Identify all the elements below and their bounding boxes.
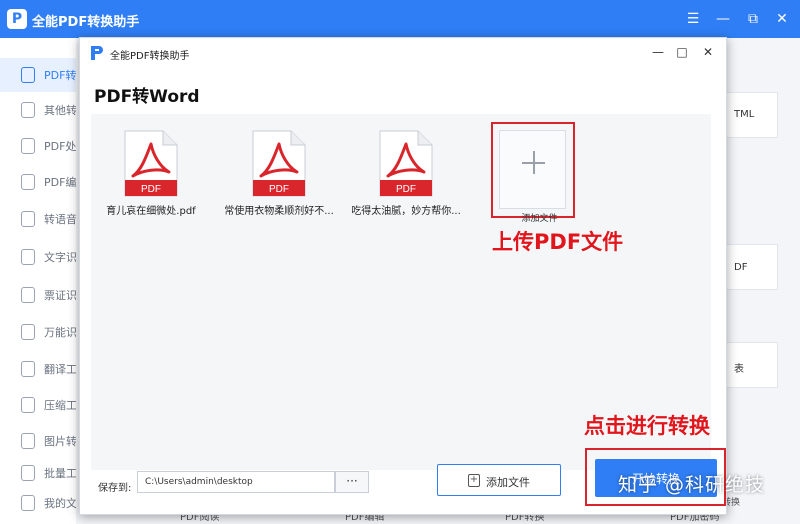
pdf-icon — [21, 67, 35, 83]
page-title: PDF转Word — [94, 87, 200, 107]
pdf-file-icon: PDF — [252, 130, 306, 197]
file-item[interactable]: PDF 吃得太油腻，妙方帮你... — [346, 114, 466, 244]
sidebar-item-universal[interactable]: 万能识别 — [0, 315, 88, 349]
text-recognition-icon — [21, 249, 35, 265]
background-card-label: 表 — [734, 364, 744, 375]
watermark: 知乎 @科研绝技 — [618, 474, 766, 496]
universal-icon — [21, 324, 35, 340]
restore-button[interactable]: ⧉ — [742, 8, 764, 30]
pdf-badge: PDF — [141, 184, 161, 195]
file-name: 吃得太油腻，妙方帮你... — [351, 206, 461, 217]
add-file-button[interactable]: + 添加文件 — [437, 464, 561, 496]
translate-icon — [21, 361, 35, 377]
pdf-process-icon — [21, 138, 35, 154]
sidebar-item-pdf-convert[interactable]: PDF转换 — [0, 58, 87, 92]
file-name: 常使用衣物柔顺剂好不... — [224, 206, 334, 217]
minimize-button[interactable]: — — [712, 8, 734, 30]
sidebar-item-batch[interactable]: 批量工具 — [0, 456, 88, 490]
app-titlebar: P 全能PDF转换助手 ☰ — ⧉ ✕ — [0, 0, 800, 38]
pdf-file-icon: PDF — [379, 130, 433, 197]
file-item[interactable]: PDF 育儿哀在细微处.pdf — [91, 114, 211, 244]
convert-icon — [21, 102, 35, 118]
sidebar-item-voice[interactable]: 转语音工具 — [0, 202, 99, 236]
folder-icon — [21, 495, 35, 511]
plus-icon — [533, 151, 535, 174]
voice-icon — [21, 211, 35, 227]
image-icon — [21, 433, 35, 449]
minimize-button[interactable]: — — [648, 42, 668, 62]
sidebar-item-pdf-process[interactable]: PDF处理 — [0, 129, 87, 163]
pdf-file-icon: PDF — [124, 130, 178, 197]
browse-button[interactable]: ··· — [335, 471, 369, 493]
ticket-icon — [21, 287, 35, 303]
sidebar: PDF转换 其他转换 PDF处理 PDF编辑 转语音工具 文字识别 票证识别 万… — [0, 38, 99, 524]
app-logo-icon — [91, 46, 103, 60]
sidebar-item-pdf-edit[interactable]: PDF编辑 — [0, 165, 87, 199]
dialog-title: 全能PDF转换助手 — [110, 51, 190, 62]
upload-annotation: 上传PDF文件 — [492, 230, 624, 254]
convert-annotation: 点击进行转换 — [584, 414, 710, 438]
file-item[interactable]: PDF 常使用衣物柔顺剂好不... — [219, 114, 339, 244]
sidebar-item-text-recognition[interactable]: 文字识别 — [0, 240, 88, 274]
background-card-label: TML — [734, 109, 755, 120]
sidebar-item-ticket[interactable]: 票证识别 — [0, 278, 88, 312]
convert-dialog: 全能PDF转换助手 — □ ✕ PDF转Word PDF 育儿哀在细微处.pdf… — [79, 37, 727, 515]
pdf-badge: PDF — [396, 184, 416, 195]
add-file-button-label: 添加文件 — [486, 476, 530, 489]
file-name: 育儿哀在细微处.pdf — [106, 206, 196, 217]
add-file-icon: + — [468, 474, 480, 487]
add-file-tile[interactable]: 添加文件 — [499, 130, 566, 224]
add-file-highlight: 添加文件 — [491, 122, 575, 224]
save-path-input[interactable]: C:\Users\admin\desktop — [137, 471, 335, 493]
background-card-label: DF — [734, 262, 748, 273]
app-title: 全能PDF转换助手 — [32, 15, 140, 30]
app-logo-icon: P — [7, 9, 27, 29]
maximize-button[interactable]: □ — [672, 42, 692, 62]
pdf-edit-icon — [21, 174, 35, 190]
pdf-badge: PDF — [269, 184, 289, 195]
sidebar-item-image[interactable]: 图片转换 — [0, 424, 88, 458]
close-button[interactable]: ✕ — [698, 42, 718, 62]
add-file-tile-label: 添加文件 — [521, 214, 558, 224]
close-button[interactable]: ✕ — [771, 8, 793, 30]
sidebar-item-my-files[interactable]: 我的文件 — [0, 486, 88, 520]
sidebar-item-other-convert[interactable]: 其他转换 — [0, 93, 88, 127]
sidebar-item-compress[interactable]: 压缩工具 — [0, 388, 88, 422]
menu-icon[interactable]: ☰ — [682, 8, 704, 30]
compress-icon — [21, 397, 35, 413]
batch-icon — [21, 465, 35, 481]
sidebar-item-translate[interactable]: 翻译工具 — [0, 352, 88, 386]
save-to-label: 保存到: — [98, 483, 132, 494]
